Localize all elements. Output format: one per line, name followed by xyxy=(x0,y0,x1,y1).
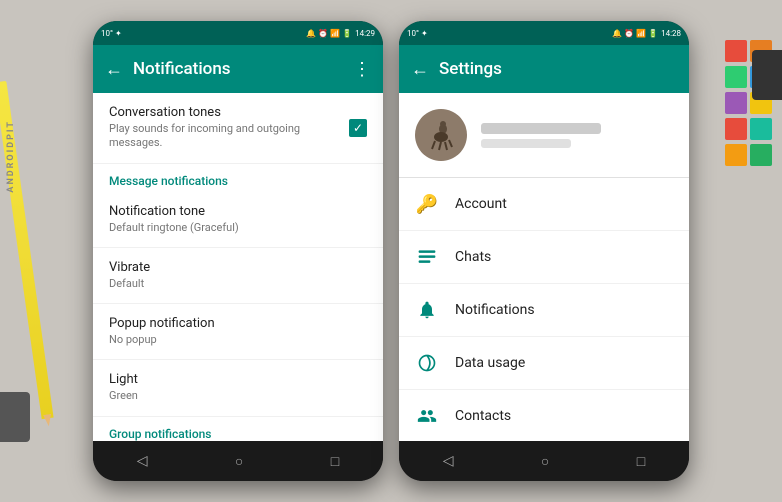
nav-bar-1: ◁ ○ □ xyxy=(93,441,383,481)
nav-home-1[interactable]: ○ xyxy=(235,453,243,470)
notifications-label: Notifications xyxy=(455,302,535,318)
app-bar-2: ← Settings xyxy=(399,45,689,93)
message-notifications-header: Message notifications xyxy=(93,164,383,192)
popup-notification-title: Popup notification xyxy=(109,316,367,331)
back-button-2[interactable]: ← xyxy=(411,59,429,80)
vibrate-title: Vibrate xyxy=(109,260,367,275)
androidpit-label: ANDROIDPIT xyxy=(6,120,16,193)
data-usage-icon xyxy=(415,351,439,375)
phone-settings: 10° ✦ 🔔 ⏰ 📶 🔋 14:28 ← Settings xyxy=(399,21,689,481)
status-signal-2: 10° ✦ xyxy=(407,29,428,38)
status-time-2: 14:28 xyxy=(661,29,681,38)
conversation-tones-subtitle: Play sounds for incoming and outgoing me… xyxy=(109,122,349,151)
menu-item-notifications[interactable]: Notifications xyxy=(399,284,689,337)
profile-section[interactable] xyxy=(399,93,689,178)
data-usage-label: Data usage xyxy=(455,355,525,371)
account-icon: 🔑 xyxy=(415,192,439,216)
key-icon: 🔑 xyxy=(416,194,438,215)
status-right-2: 🔔 ⏰ 📶 🔋 14:28 xyxy=(612,29,681,38)
block-1 xyxy=(725,40,747,62)
chats-label: Chats xyxy=(455,249,491,265)
light-item[interactable]: Light Green xyxy=(93,360,383,416)
status-time-1: 14:29 xyxy=(355,29,375,38)
light-title: Light xyxy=(109,372,367,387)
phone-notifications: 10° ✦ 🔔 ⏰ 📶 🔋 14:29 ← Notifications ⋮ Co… xyxy=(93,21,383,481)
conversation-tones-item[interactable]: Conversation tones Play sounds for incom… xyxy=(93,93,383,164)
vibrate-item[interactable]: Vibrate Default xyxy=(93,248,383,304)
menu-item-contacts[interactable]: Contacts xyxy=(399,390,689,441)
vibrate-subtitle: Default xyxy=(109,277,367,291)
status-left-1: 10° ✦ xyxy=(101,29,122,38)
conversation-tones-title: Conversation tones xyxy=(109,105,349,120)
nav-bar-2: ◁ ○ □ xyxy=(399,441,689,481)
group-notifications-header: Group notifications xyxy=(93,417,383,441)
status-bar-2: 10° ✦ 🔔 ⏰ 📶 🔋 14:28 xyxy=(399,21,689,45)
block-7 xyxy=(725,118,747,140)
contacts-label: Contacts xyxy=(455,408,511,424)
status-right-1: 🔔 ⏰ 📶 🔋 14:29 xyxy=(306,29,375,38)
app-bar-1: ← Notifications ⋮ xyxy=(93,45,383,93)
popup-notification-item[interactable]: Popup notification No popup xyxy=(93,304,383,360)
menu-item-chats[interactable]: Chats xyxy=(399,231,689,284)
binder-clip-right xyxy=(752,50,782,100)
block-5 xyxy=(725,92,747,114)
phones-wrapper: 10° ✦ 🔔 ⏰ 📶 🔋 14:29 ← Notifications ⋮ Co… xyxy=(93,21,689,481)
notification-tone-subtitle: Default ringtone (Graceful) xyxy=(109,221,367,235)
block-8 xyxy=(750,118,772,140)
notifications-screen: Conversation tones Play sounds for incom… xyxy=(93,93,383,441)
account-label: Account xyxy=(455,196,507,212)
profile-info xyxy=(481,123,673,148)
light-subtitle: Green xyxy=(109,389,367,403)
app-bar-title-1: Notifications xyxy=(133,59,343,79)
conversation-tones-checkbox[interactable] xyxy=(349,119,367,137)
block-10 xyxy=(750,144,772,166)
notifications-icon xyxy=(415,298,439,322)
nav-home-2[interactable]: ○ xyxy=(541,453,549,470)
status-left-2: 10° ✦ xyxy=(407,29,428,38)
notification-tone-title: Notification tone xyxy=(109,204,367,219)
menu-item-account[interactable]: 🔑 Account xyxy=(399,178,689,231)
notification-tone-item[interactable]: Notification tone Default ringtone (Grac… xyxy=(93,192,383,248)
profile-status xyxy=(481,139,571,148)
app-bar-title-2: Settings xyxy=(439,59,677,79)
contacts-icon xyxy=(415,404,439,428)
back-button-1[interactable]: ← xyxy=(105,59,123,80)
block-3 xyxy=(725,66,747,88)
status-bar-1: 10° ✦ 🔔 ⏰ 📶 🔋 14:29 xyxy=(93,21,383,45)
chats-icon xyxy=(415,245,439,269)
settings-screen: 🔑 Account Chats xyxy=(399,93,689,441)
block-9 xyxy=(725,144,747,166)
nav-back-2[interactable]: ◁ xyxy=(443,453,454,469)
nav-back-1[interactable]: ◁ xyxy=(137,453,148,469)
menu-item-data-usage[interactable]: Data usage xyxy=(399,337,689,390)
nav-recent-2[interactable]: □ xyxy=(637,453,645,470)
profile-name xyxy=(481,123,601,134)
nav-recent-1[interactable]: □ xyxy=(331,453,339,470)
status-icons-2: 🔔 ⏰ 📶 🔋 xyxy=(612,29,658,38)
status-signal-1: 10° ✦ xyxy=(101,29,122,38)
binder-clip-left xyxy=(0,392,30,442)
avatar xyxy=(415,109,467,161)
status-battery-1: 🔔 ⏰ 📶 🔋 xyxy=(306,29,352,38)
more-button-1[interactable]: ⋮ xyxy=(353,59,371,80)
popup-notification-subtitle: No popup xyxy=(109,333,367,347)
